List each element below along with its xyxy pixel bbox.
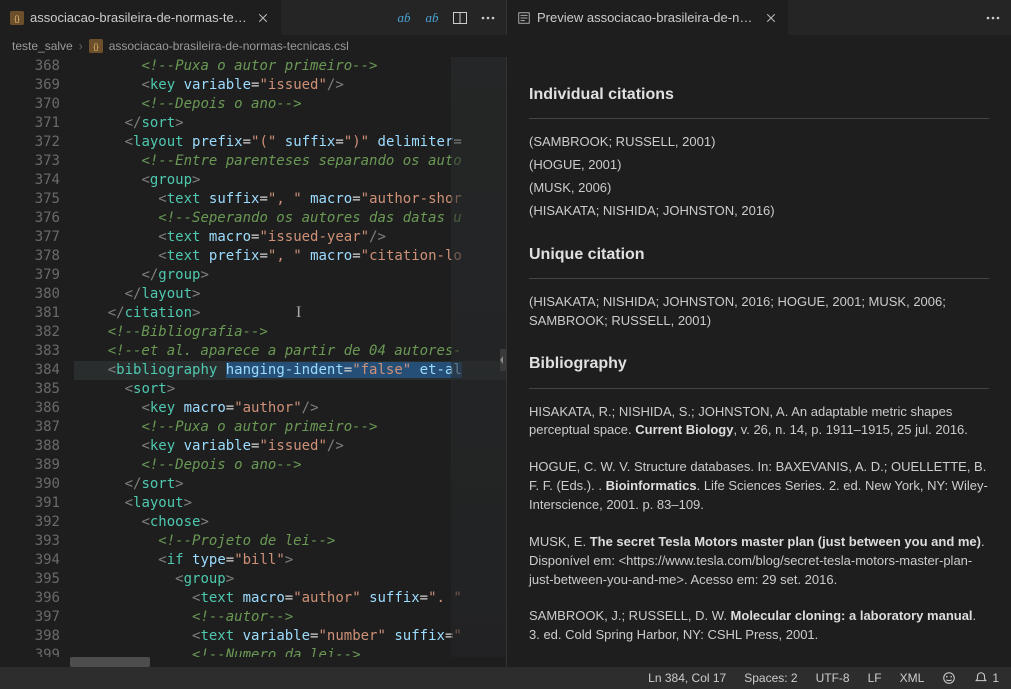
citation-item: (MUSK, 2006) <box>529 179 989 198</box>
tab-label: Preview associacao-brasileira-de-normas-… <box>537 10 759 25</box>
bibliography-item: HISAKATA, R.; NISHIDA, S.; JOHNSTON, A. … <box>529 403 989 441</box>
feedback-icon[interactable] <box>942 671 956 685</box>
sash-handle[interactable] <box>500 345 506 375</box>
close-icon[interactable] <box>256 10 270 26</box>
code-content[interactable]: <!--Puxa o autor primeiro--> <key variab… <box>74 57 506 657</box>
cit-b-icon[interactable]: ɑɓ <box>424 10 440 26</box>
status-eol[interactable]: LF <box>868 671 882 685</box>
unique-citation: (HISAKATA; NISHIDA; JOHNSTON, 2016; HOGU… <box>529 293 989 331</box>
svg-text:{}: {} <box>93 43 99 52</box>
horizontal-scrollbar[interactable] <box>0 657 506 667</box>
notification-count: 1 <box>992 671 999 685</box>
more-icon[interactable] <box>480 10 496 26</box>
status-indent[interactable]: Spaces: 2 <box>744 671 797 685</box>
status-encoding[interactable]: UTF-8 <box>816 671 850 685</box>
chevron-right-icon: › <box>79 39 83 53</box>
tab-csl-file[interactable]: {} associacao-brasileira-de-normas-tecni… <box>0 0 281 35</box>
status-language[interactable]: XML <box>900 671 925 685</box>
breadcrumb-file[interactable]: associacao-brasileira-de-normas-tecnicas… <box>109 39 349 53</box>
xml-file-icon: {} <box>89 39 103 53</box>
tab-preview[interactable]: Preview associacao-brasileira-de-normas-… <box>507 0 788 35</box>
heading-unique-citation: Unique citation <box>529 243 989 266</box>
status-bar: Ln 384, Col 17 Spaces: 2 UTF-8 LF XML 1 <box>0 667 1011 689</box>
svg-text:{}: {} <box>14 14 20 23</box>
close-icon[interactable] <box>765 10 777 26</box>
citation-item: (HOGUE, 2001) <box>529 156 989 175</box>
breadcrumb[interactable]: teste_salve › {} associacao-brasileira-d… <box>0 35 1011 57</box>
divider <box>529 118 989 119</box>
heading-individual-citations: Individual citations <box>529 83 989 106</box>
more-icon[interactable] <box>985 10 1001 26</box>
bibliography-item: MUSK, E. The secret Tesla Motors master … <box>529 533 989 590</box>
divider <box>529 278 989 279</box>
tab-label: associacao-brasileira-de-normas-tecnicas… <box>30 10 250 25</box>
cit-a-icon[interactable]: ɑɓ <box>396 10 412 26</box>
split-editor-icon[interactable] <box>452 10 468 26</box>
status-cursor-position[interactable]: Ln 384, Col 17 <box>648 671 726 685</box>
breadcrumb-folder[interactable]: teste_salve <box>12 39 73 53</box>
notifications-icon[interactable]: 1 <box>974 671 999 685</box>
citation-item: (HISAKATA; NISHIDA; JOHNSTON, 2016) <box>529 202 989 221</box>
scrollbar-thumb[interactable] <box>70 657 150 667</box>
divider <box>529 388 989 389</box>
citation-item: (SAMBROOK; RUSSELL, 2001) <box>529 133 989 152</box>
line-gutter: 3683693703713723733743753763773783793803… <box>0 57 74 657</box>
preview-pane: Individual citations (SAMBROOK; RUSSELL,… <box>507 57 1011 667</box>
heading-bibliography: Bibliography <box>529 352 989 375</box>
bibliography-list: HISAKATA, R.; NISHIDA, S.; JOHNSTON, A. … <box>529 403 989 645</box>
editor-pane: 3683693703713723733743753763773783793803… <box>0 57 507 667</box>
code-editor[interactable]: 3683693703713723733743753763773783793803… <box>0 57 506 657</box>
citations-list: (SAMBROOK; RUSSELL, 2001) (HOGUE, 2001) (M… <box>529 133 989 220</box>
bibliography-item: SAMBROOK, J.; RUSSELL, D. W. Molecular c… <box>529 607 989 645</box>
preview-icon <box>517 11 531 25</box>
bibliography-item: HOGUE, C. W. V. Structure databases. In:… <box>529 458 989 515</box>
xml-file-icon: {} <box>10 11 24 25</box>
tab-bar: {} associacao-brasileira-de-normas-tecni… <box>0 0 1011 35</box>
